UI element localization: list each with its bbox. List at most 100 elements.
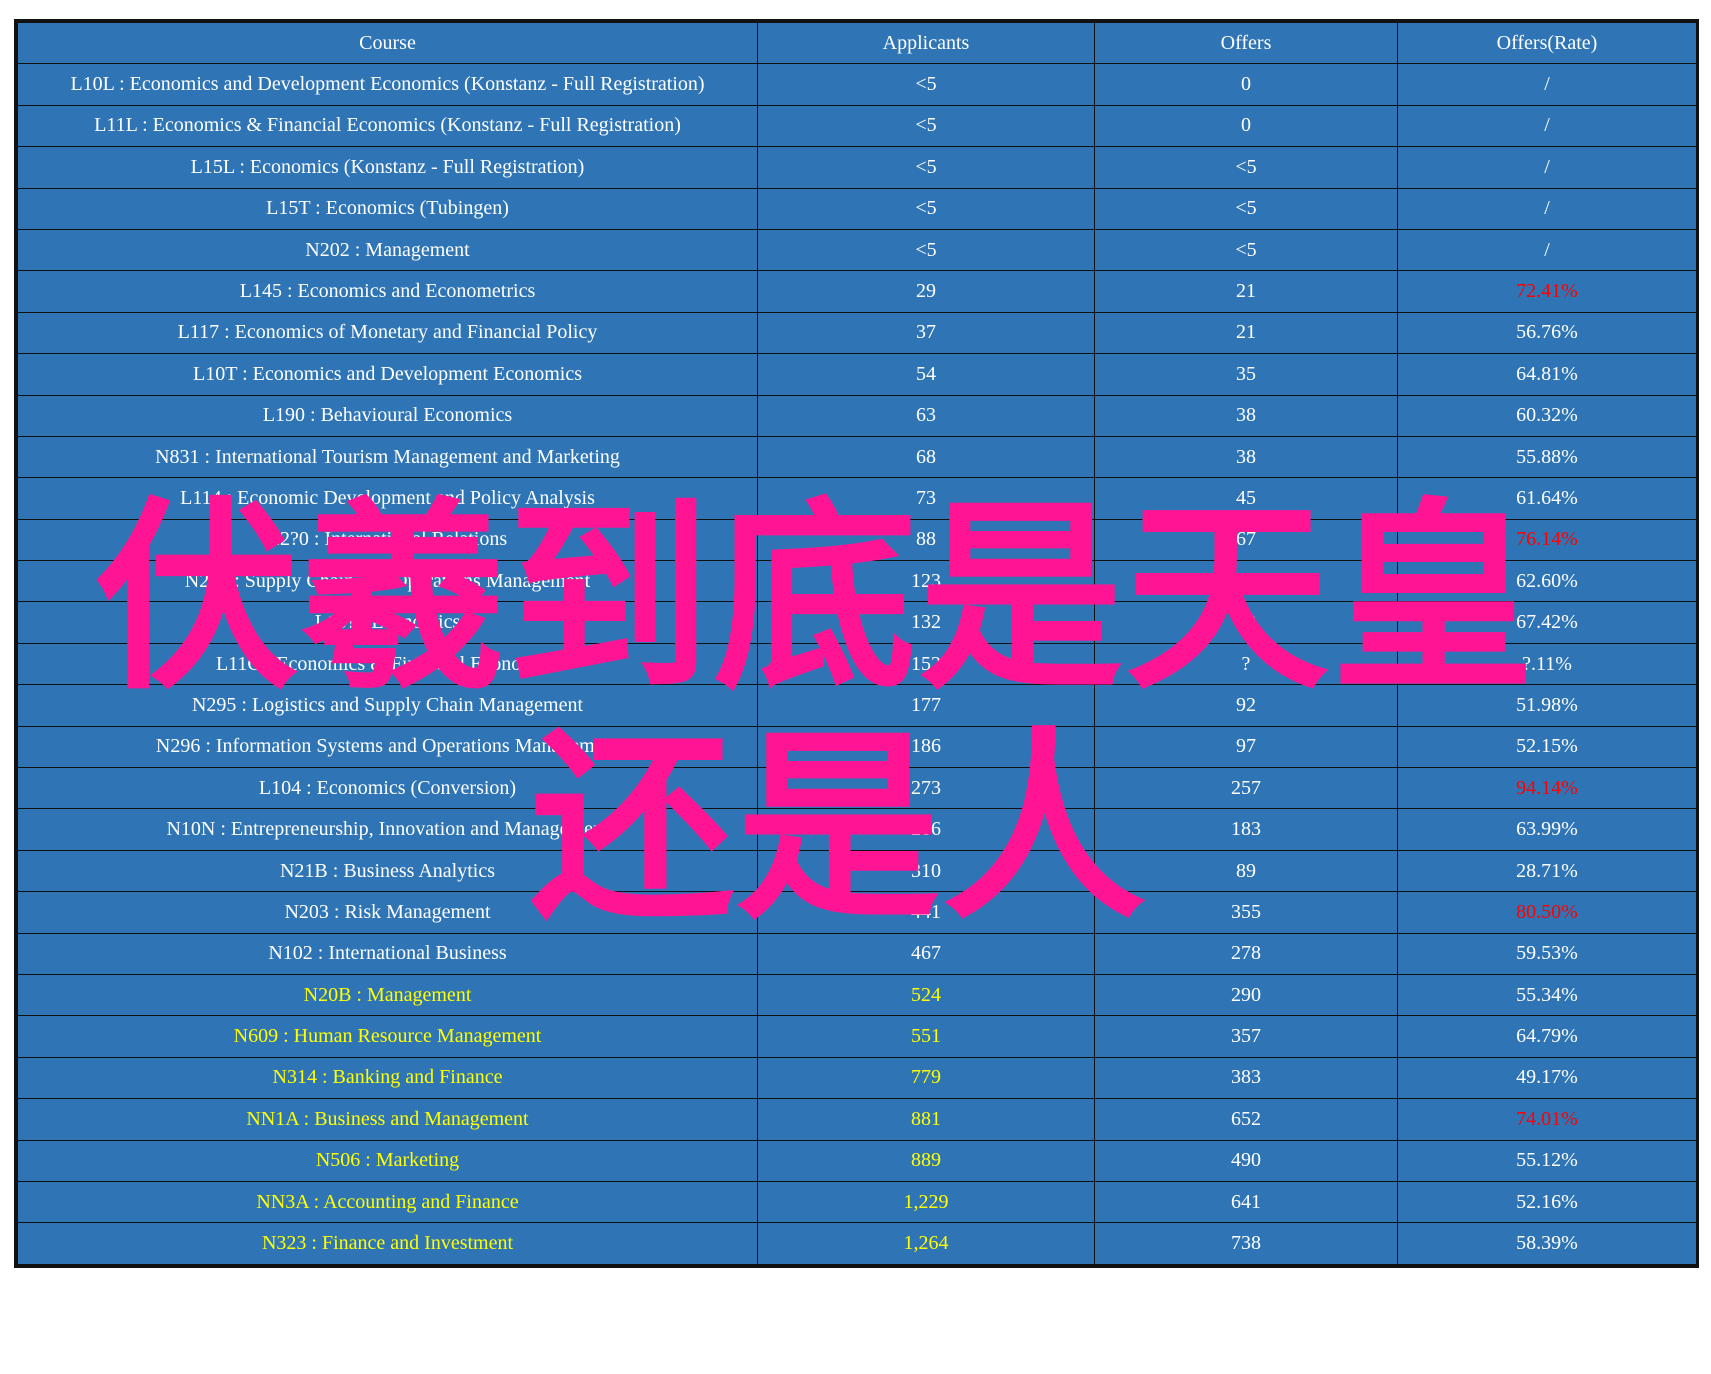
table-row: L10? : Economics 132 89 67.42%: [17, 601, 1697, 644]
cell-applicants: 1,264: [757, 1222, 1095, 1265]
cell-applicants: 152: [757, 642, 1095, 686]
cell-offers: 89: [1094, 849, 1398, 893]
cell-course: N295 : Logistics and Supply Chain Manage…: [17, 684, 758, 727]
cell-offer-rate: /: [1397, 146, 1697, 189]
cell-applicants: 467: [757, 932, 1095, 975]
cell-applicants: 54: [757, 353, 1095, 396]
cell-course: L11L : Economics & Financial Economics (…: [17, 104, 758, 148]
cell-offers: 355: [1094, 891, 1398, 934]
cell-course: N294 : Supply Chain and Operations Manag…: [17, 560, 758, 603]
header-course: Course: [17, 21, 758, 65]
cell-course: L114 : Economic Development and Policy A…: [17, 477, 758, 520]
cell-applicants: <5: [757, 228, 1095, 272]
cell-offers: <5: [1094, 146, 1398, 189]
cell-offer-rate: 59.53%: [1397, 932, 1697, 975]
cell-applicants: 441: [757, 891, 1095, 934]
cell-course: N314 : Banking and Finance: [17, 1056, 758, 1100]
table-row: N294 : Supply Chain and Operations Manag…: [17, 560, 1697, 603]
table-row: N10N : Entrepreneurship, Innovation and …: [17, 808, 1697, 851]
table-row: N831 : International Tourism Management …: [17, 435, 1697, 479]
cell-offers: 490: [1094, 1139, 1398, 1182]
cell-course: L11C : Economics & Financial Economics: [17, 642, 758, 686]
table-row: NN1A : Business and Management 881 652 74.0…: [17, 1098, 1697, 1141]
cell-offer-rate: /: [1397, 187, 1697, 230]
header-offers: Offers: [1094, 21, 1398, 65]
cell-offers: 0: [1094, 63, 1398, 106]
table-row: N609 : Human Resource Management 551 357 64…: [17, 1015, 1697, 1058]
cell-offers: 290: [1094, 973, 1398, 1017]
cell-offer-rate: 62.60%: [1397, 560, 1697, 603]
cell-applicants: 132: [757, 601, 1095, 644]
table-row: L2?0 : International Relations 88 67 76.14%: [17, 518, 1697, 562]
cell-offer-rate: /: [1397, 104, 1697, 148]
cell-applicants: 37: [757, 311, 1095, 355]
cell-applicants: <5: [757, 146, 1095, 189]
table-row: L10T : Economics and Development Economi…: [17, 353, 1697, 396]
cell-offer-rate: 58.39%: [1397, 1222, 1697, 1265]
table-row: L190 : Behavioural Economics 63 38 60.32%: [17, 394, 1697, 437]
cell-offer-rate: ?.11%: [1397, 642, 1697, 686]
cell-course: L104 : Economics (Conversion): [17, 767, 758, 810]
cell-applicants: 310: [757, 849, 1095, 893]
cell-applicants: 63: [757, 394, 1095, 437]
table-row: N506 : Marketing 889 490 55.12%: [17, 1139, 1697, 1182]
cell-applicants: 88: [757, 518, 1095, 562]
cell-course: NN1A : Business and Management: [17, 1098, 758, 1141]
cell-course: L117 : Economics of Monetary and Financi…: [17, 311, 758, 355]
cell-applicants: 1,229: [757, 1180, 1095, 1224]
table-row: N20B : Management 524 290 55.34%: [17, 973, 1697, 1017]
cell-offers: <5: [1094, 187, 1398, 230]
cell-applicants: 779: [757, 1056, 1095, 1100]
cell-offers: 97: [1094, 725, 1398, 769]
cell-course: N20B : Management: [17, 973, 758, 1017]
table-row: L15T : Economics (Tubingen) <5 <5/: [17, 187, 1697, 230]
admissions-table-container: Course Applicants Offers Offers(Rate) L1…: [14, 19, 1699, 1268]
cell-offer-rate: /: [1397, 63, 1697, 106]
cell-offer-rate: 55.88%: [1397, 435, 1697, 479]
cell-offer-rate: 76.14%: [1397, 518, 1697, 562]
table-row: N323 : Finance and Investment 1,264 738 58.…: [17, 1222, 1697, 1265]
cell-offers: ?: [1094, 642, 1398, 686]
cell-offers: 89: [1094, 601, 1398, 644]
cell-applicants: 123: [757, 560, 1095, 603]
cell-offer-rate: 49.17%: [1397, 1056, 1697, 1100]
cell-applicants: 286: [757, 808, 1095, 851]
cell-applicants: 273: [757, 767, 1095, 810]
cell-offer-rate: 55.34%: [1397, 973, 1697, 1017]
cell-course: N831 : International Tourism Management …: [17, 435, 758, 479]
cell-offer-rate: 94.14%: [1397, 767, 1697, 810]
cell-offer-rate: 52.15%: [1397, 725, 1697, 769]
table-row: N296 : Information Systems and Operation…: [17, 725, 1697, 769]
cell-offers: 641: [1094, 1180, 1398, 1224]
cell-applicants: <5: [757, 187, 1095, 230]
cell-course: N202 : Management: [17, 228, 758, 272]
cell-course: L2?0 : International Relations: [17, 518, 758, 562]
cell-offers: <5: [1094, 228, 1398, 272]
table-row: L15L : Economics (Konstanz - Full Regist…: [17, 146, 1697, 189]
cell-offers: 278: [1094, 932, 1398, 975]
cell-offer-rate: 61.64%: [1397, 477, 1697, 520]
cell-offers: 77: [1094, 560, 1398, 603]
table-row: N21B : Business Analytics 310 89 28.71%: [17, 849, 1697, 893]
cell-applicants: 186: [757, 725, 1095, 769]
cell-course: L10? : Economics: [17, 601, 758, 644]
cell-course: L10L : Economics and Development Economi…: [17, 63, 758, 106]
cell-course: L190 : Behavioural Economics: [17, 394, 758, 437]
table-row: L104 : Economics (Conversion) 273 257 94.14…: [17, 767, 1697, 810]
cell-offer-rate: /: [1397, 228, 1697, 272]
cell-course: N21B : Business Analytics: [17, 849, 758, 893]
cell-offers: 21: [1094, 311, 1398, 355]
table-row: L114 : Economic Development and Policy A…: [17, 477, 1697, 520]
cell-offers: 0: [1094, 104, 1398, 148]
cell-course: N10N : Entrepreneurship, Innovation and …: [17, 808, 758, 851]
table-row: L11L : Economics & Financial Economics (…: [17, 104, 1697, 148]
cell-offer-rate: 28.71%: [1397, 849, 1697, 893]
cell-offer-rate: 60.32%: [1397, 394, 1697, 437]
cell-course: N203 : Risk Management: [17, 891, 758, 934]
cell-offers: 652: [1094, 1098, 1398, 1141]
cell-offer-rate: 63.99%: [1397, 808, 1697, 851]
cell-offers: 45: [1094, 477, 1398, 520]
cell-offer-rate: 74.01%: [1397, 1098, 1697, 1141]
cell-offer-rate: 64.79%: [1397, 1015, 1697, 1058]
header-applicants: Applicants: [757, 21, 1095, 65]
